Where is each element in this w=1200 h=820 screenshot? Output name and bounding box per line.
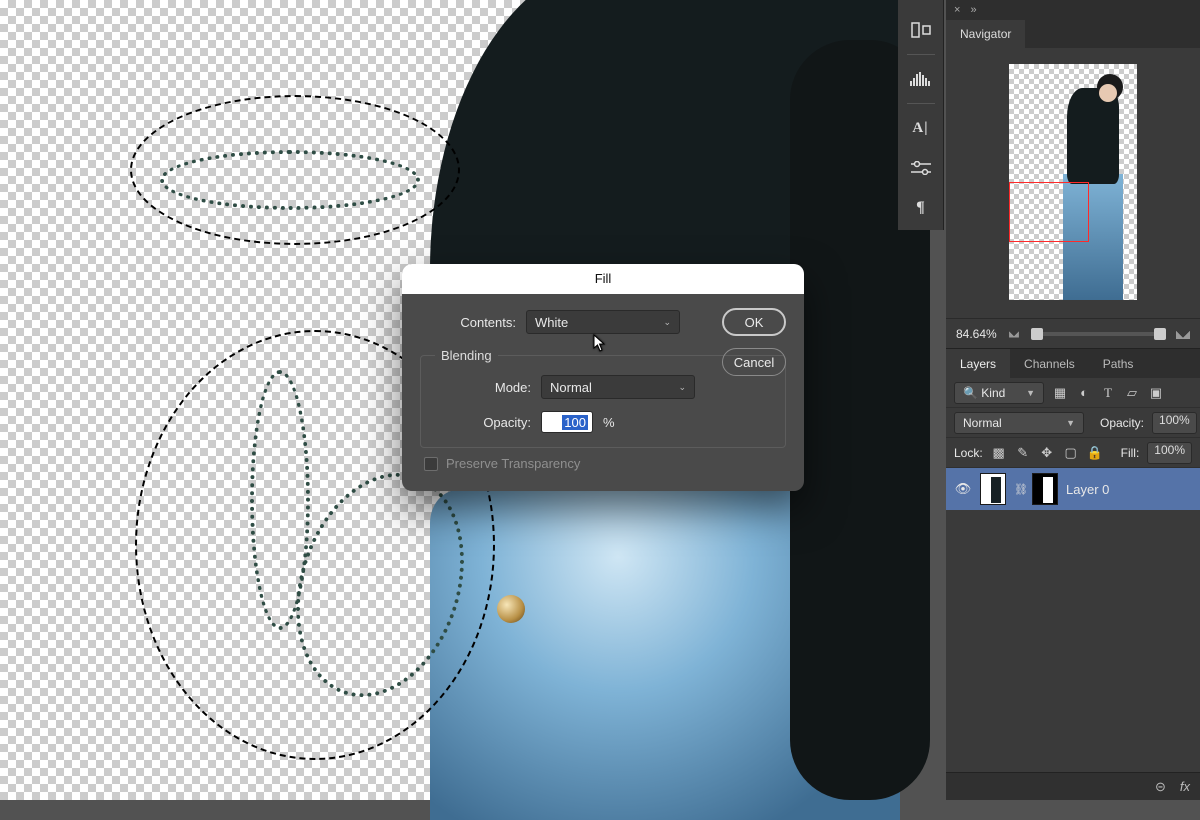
- lock-pixels-icon[interactable]: ▩: [991, 445, 1007, 461]
- tab-paths[interactable]: Paths: [1089, 349, 1148, 378]
- opacity-suffix: %: [603, 415, 615, 430]
- filter-image-icon[interactable]: ▦: [1052, 385, 1068, 401]
- lock-brush-icon[interactable]: ✎: [1015, 445, 1031, 461]
- filter-smart-icon[interactable]: ▣: [1148, 385, 1164, 401]
- chevron-down-icon: ▼: [1026, 388, 1035, 398]
- mode-label: Mode:: [435, 380, 531, 395]
- zoom-in-icon[interactable]: [1176, 329, 1190, 339]
- navigator-zoom-bar: 84.64%: [946, 318, 1200, 348]
- navigator-viewbox[interactable]: [1009, 182, 1089, 242]
- contents-label: Contents:: [420, 315, 516, 330]
- contents-value: White: [535, 315, 568, 330]
- layer-filter-kind[interactable]: 🔍 Kind ▼: [954, 382, 1044, 404]
- zoom-slider-end: [1154, 328, 1166, 340]
- dialog-title: Fill: [402, 264, 804, 294]
- right-dock: × » Navigator 84.64% Layers Channels Pat…: [946, 0, 1200, 800]
- dock-controls: × »: [946, 0, 1200, 20]
- zoom-out-icon[interactable]: [1009, 330, 1019, 337]
- blend-opacity-row: Normal▼ Opacity: 100%: [946, 408, 1200, 438]
- layer-mask-thumbnail[interactable]: [1032, 473, 1058, 505]
- lock-artboard-icon[interactable]: ▢: [1063, 445, 1079, 461]
- link-layers-icon[interactable]: ⊝: [1155, 779, 1166, 795]
- filter-adjust-icon[interactable]: ◐: [1076, 385, 1092, 401]
- layers-footer: ⊝ fx: [946, 772, 1200, 800]
- collapsed-panel-strip: A| ¶: [898, 0, 944, 230]
- zoom-slider[interactable]: [1031, 332, 1166, 336]
- navigator-thumbnail[interactable]: [1009, 64, 1137, 300]
- opacity-label: Opacity:: [1100, 416, 1144, 430]
- cancel-button[interactable]: Cancel: [722, 348, 786, 376]
- filter-shape-icon[interactable]: ▱: [1124, 385, 1140, 401]
- navigator-tab-bar: Navigator: [946, 20, 1200, 48]
- layers-tab-bar: Layers Channels Paths: [946, 348, 1200, 378]
- chevron-down-icon: ▼: [1066, 418, 1075, 428]
- zoom-slider-thumb[interactable]: [1031, 328, 1043, 340]
- tab-channels[interactable]: Channels: [1010, 349, 1089, 378]
- chevron-down-icon: ⌄: [663, 317, 671, 328]
- tab-navigator[interactable]: Navigator: [946, 20, 1025, 48]
- ok-button[interactable]: OK: [722, 308, 786, 336]
- layer-name[interactable]: Layer 0: [1066, 482, 1109, 497]
- expand-icon[interactable]: »: [970, 4, 976, 16]
- navigator-panel: [946, 48, 1200, 318]
- chevron-down-icon: ⌄: [678, 382, 686, 393]
- layer-fx-icon[interactable]: fx: [1180, 779, 1190, 794]
- fill-label: Fill:: [1121, 446, 1140, 460]
- filter-type-icon[interactable]: T: [1100, 385, 1116, 401]
- layer-opacity-value[interactable]: 100%: [1152, 412, 1197, 434]
- opacity-label: Opacity:: [435, 415, 531, 430]
- close-icon[interactable]: ×: [954, 4, 960, 16]
- tab-layers[interactable]: Layers: [946, 349, 1010, 378]
- adjust-icon[interactable]: [907, 158, 935, 178]
- separator: [907, 54, 935, 55]
- layer-thumbnail[interactable]: [980, 473, 1006, 505]
- preserve-transparency-checkbox[interactable]: [424, 457, 438, 471]
- mode-value: Normal: [550, 380, 592, 395]
- blend-mode-select[interactable]: Normal▼: [954, 412, 1084, 434]
- preserve-transparency-row[interactable]: Preserve Transparency: [424, 456, 786, 471]
- lock-position-icon[interactable]: ✥: [1039, 445, 1055, 461]
- separator: [907, 103, 935, 104]
- lock-all-icon[interactable]: 🔒: [1087, 445, 1103, 461]
- visibility-toggle[interactable]: 👁: [954, 481, 972, 497]
- fill-dialog: Fill OK Cancel Contents: White ⌄ Blendin…: [402, 264, 804, 491]
- preserve-transparency-label: Preserve Transparency: [446, 456, 580, 471]
- histogram-icon[interactable]: [907, 69, 935, 89]
- selection-marquee[interactable]: [130, 95, 460, 245]
- layer-fill-value[interactable]: 100%: [1147, 442, 1192, 464]
- zoom-percentage[interactable]: 84.64%: [956, 327, 997, 341]
- thumb-torso: [1067, 88, 1119, 184]
- photo-jeans-button: [497, 595, 525, 623]
- layer-row-layer0[interactable]: 👁 ⛓ Layer 0: [946, 468, 1200, 510]
- thumb-face: [1099, 84, 1117, 102]
- align-icon[interactable]: [907, 20, 935, 40]
- mode-dropdown[interactable]: Normal ⌄: [541, 375, 695, 399]
- layer-filter-row: 🔍 Kind ▼ ▦ ◐ T ▱ ▣: [946, 378, 1200, 408]
- lock-fill-row: Lock: ▩ ✎ ✥ ▢ 🔒 Fill: 100%: [946, 438, 1200, 468]
- contents-dropdown[interactable]: White ⌄: [526, 310, 680, 334]
- layers-empty-area: [946, 510, 1200, 772]
- text-tool-icon[interactable]: A|: [907, 118, 935, 138]
- opacity-input-value: 100: [562, 415, 588, 430]
- lock-label: Lock:: [954, 446, 983, 460]
- blending-legend: Blending: [435, 348, 498, 363]
- mask-link-icon[interactable]: ⛓: [1014, 483, 1024, 496]
- opacity-input[interactable]: 100: [541, 411, 593, 433]
- paragraph-icon[interactable]: ¶: [907, 198, 935, 218]
